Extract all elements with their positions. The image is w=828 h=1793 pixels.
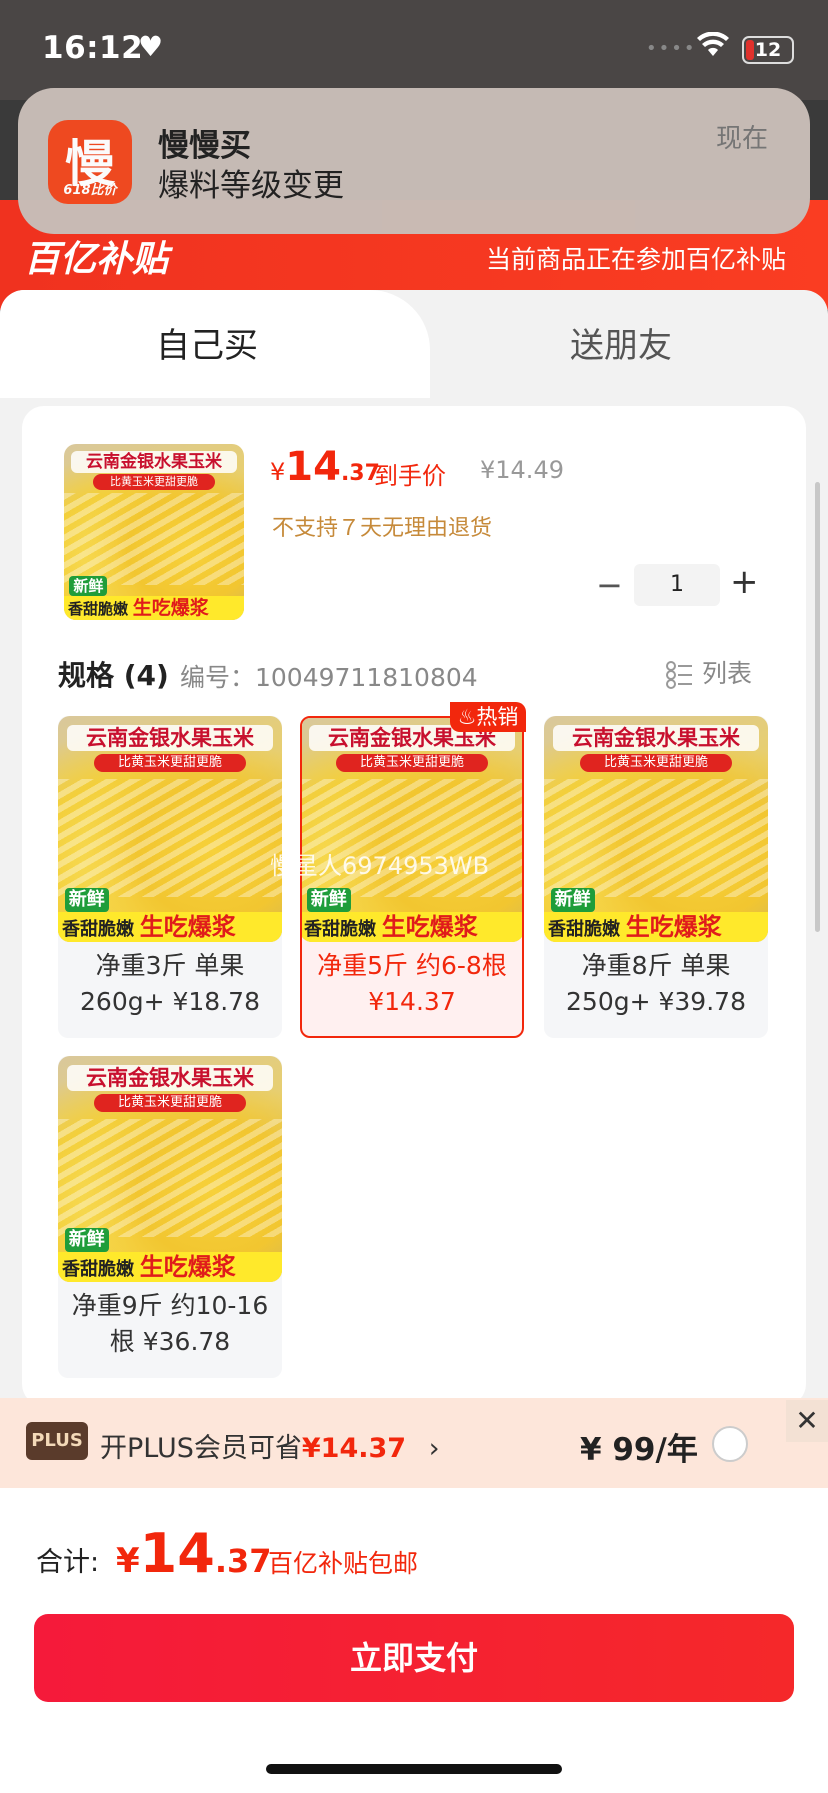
battery-icon: 12 xyxy=(742,36,794,64)
tab-gift-friend[interactable]: 送朋友 xyxy=(414,318,828,367)
signal-icon: •••• xyxy=(646,38,697,59)
plus-radio-button[interactable] xyxy=(712,1426,748,1462)
notification-title: 慢慢买 xyxy=(158,128,251,164)
hot-sale-badge: ♨热销 xyxy=(450,702,526,732)
price-label: 到手价 xyxy=(374,462,446,490)
spec-option-4[interactable]: 云南金银水果玉米 比黄玉米更甜更脆 新鲜 香甜脆嫩 生吃爆浆 净重9斤 约10-… xyxy=(58,1056,282,1378)
push-notification[interactable]: 慢 618比价 慢慢买 爆料等级变更 现在 xyxy=(18,88,810,234)
plus-price: ¥ 99/年 xyxy=(580,1432,698,1468)
total-price: ¥14.37 xyxy=(116,1522,272,1585)
original-price: ¥14.49 xyxy=(480,456,564,484)
pay-now-button[interactable]: 立即支付 xyxy=(34,1614,794,1702)
tab-self-buy[interactable]: 自己买 xyxy=(0,318,414,367)
watermark: 慢星人6974953WB xyxy=(270,852,490,880)
battery-level: 12 xyxy=(754,39,782,61)
quantity-increase-button[interactable]: + xyxy=(730,562,759,602)
plus-logo: PLUS xyxy=(26,1422,88,1460)
product-image[interactable]: 云南金银水果玉米 比黄玉米更甜更脆 新鲜 香甜脆嫩 生吃爆浆 xyxy=(64,444,244,620)
option-image: 云南金银水果玉米 比黄玉米更甜更脆 新鲜 香甜脆嫩 生吃爆浆 xyxy=(544,716,768,942)
plus-offer-text[interactable]: 开PLUS会员可省¥14.37 › xyxy=(100,1426,440,1465)
chevron-right-icon: › xyxy=(428,1433,440,1464)
list-label: 列表 xyxy=(702,659,753,688)
quantity-decrease-button[interactable]: − xyxy=(596,566,623,604)
list-view-toggle[interactable]: 列表 xyxy=(666,654,752,690)
heart-icon: ♥ xyxy=(138,30,164,63)
shipping-note: 百亿补贴包邮 xyxy=(268,1549,419,1578)
option-image: 云南金银水果玉米 比黄玉米更甜更脆 新鲜 香甜脆嫩 生吃爆浆 xyxy=(58,1056,282,1282)
quantity-input[interactable]: 1 xyxy=(634,564,720,606)
product-code: 编号：10049711810804 xyxy=(180,663,478,692)
option-image: 云南金银水果玉米 比黄玉米更甜更脆 新鲜 香甜脆嫩 生吃爆浆 xyxy=(302,718,522,942)
option-label: 净重9斤 约10-16 根 ¥36.78 xyxy=(71,1291,269,1356)
spec-title: 规格 (4) xyxy=(58,659,169,692)
option-label: 净重3斤 单果 260g+ ¥18.78 xyxy=(80,951,260,1016)
subsidy-logo: 百亿补贴 xyxy=(24,239,169,280)
list-icon xyxy=(666,661,692,689)
scrollbar[interactable] xyxy=(815,482,820,932)
flame-icon: ♨ xyxy=(457,705,477,729)
option-image: 云南金银水果玉米 比黄玉米更甜更脆 新鲜 香甜脆嫩 生吃爆浆 xyxy=(58,716,282,942)
total-label: 合计: xyxy=(36,1547,100,1578)
notification-body: 爆料等级变更 xyxy=(158,168,344,204)
close-icon[interactable]: ✕ xyxy=(786,1400,828,1442)
spec-option-1[interactable]: 云南金银水果玉米 比黄玉米更甜更脆 新鲜 香甜脆嫩 生吃爆浆 净重3斤 单果 26… xyxy=(58,716,282,1038)
notification-time: 现在 xyxy=(716,124,769,154)
subsidy-text: 当前商品正在参加百亿补贴 xyxy=(486,245,787,274)
option-label: 净重8斤 单果 250g+ ¥39.78 xyxy=(566,951,746,1016)
home-indicator[interactable] xyxy=(266,1764,562,1774)
status-time: 16:12 xyxy=(42,30,144,66)
product-price: ¥14.37 xyxy=(270,444,380,490)
return-policy: 不支持７天无理由退货 xyxy=(272,516,493,541)
wifi-icon xyxy=(697,32,729,56)
spec-option-3[interactable]: 云南金银水果玉米 比黄玉米更甜更脆 新鲜 香甜脆嫩 生吃爆浆 净重8斤 单果 25… xyxy=(544,716,768,1038)
option-label: 净重5斤 约6-8根 ¥14.37 xyxy=(317,951,507,1016)
app-icon: 慢 618比价 xyxy=(48,120,132,204)
